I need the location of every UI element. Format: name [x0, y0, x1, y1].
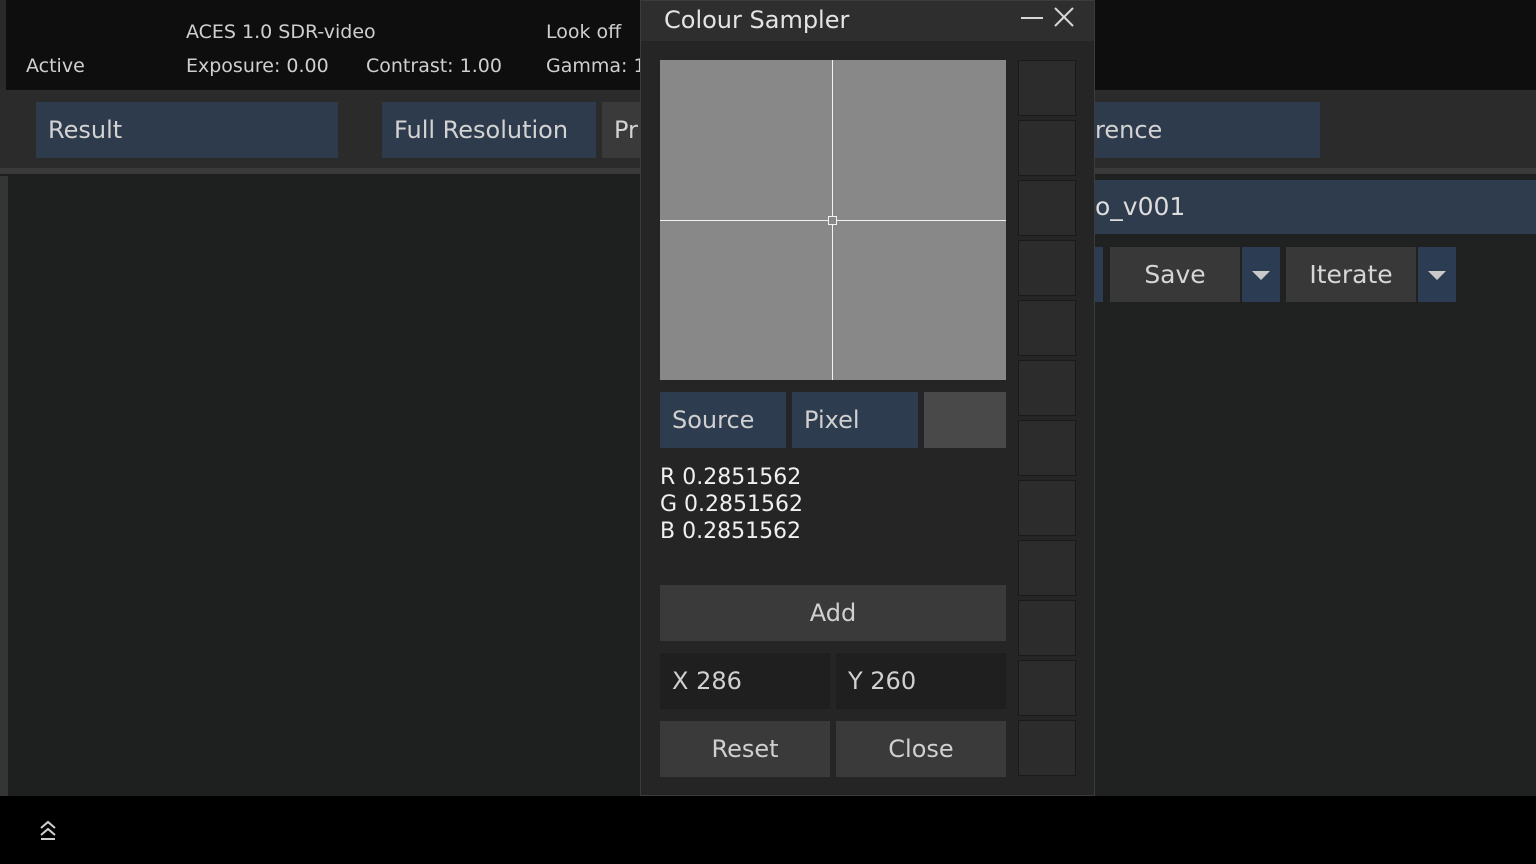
red-value: R 0.2851562: [660, 465, 802, 490]
dialog-titlebar[interactable]: Colour Sampler: [641, 1, 1094, 41]
blue-value: B 0.2851562: [660, 519, 802, 544]
sample-slot[interactable]: [1018, 540, 1076, 596]
crosshair-center-icon[interactable]: [828, 216, 837, 225]
colour-sampler-dialog: Colour Sampler Source Pixel R 0.2851562 …: [640, 0, 1095, 796]
x-coordinate-field[interactable]: X 286: [660, 653, 830, 709]
result-button[interactable]: Result: [36, 102, 338, 158]
pixel-button[interactable]: Pixel: [792, 392, 918, 448]
gamma-readout[interactable]: Gamma: 1: [546, 55, 646, 77]
sample-slot[interactable]: [1018, 360, 1076, 416]
save-button[interactable]: Save: [1110, 247, 1240, 302]
sample-slot[interactable]: [1018, 420, 1076, 476]
contrast-readout[interactable]: Contrast: 1.00: [366, 55, 502, 77]
save-dropdown-button[interactable]: [1242, 247, 1280, 302]
hidden-dropdown-button[interactable]: [1095, 247, 1103, 302]
sample-slot[interactable]: [1018, 660, 1076, 716]
iterate-button[interactable]: Iterate: [1286, 247, 1416, 302]
green-value: G 0.2851562: [660, 492, 804, 517]
active-status: Active: [26, 55, 85, 77]
sample-slot[interactable]: [1018, 600, 1076, 656]
sample-slot[interactable]: [1018, 180, 1076, 236]
look-status[interactable]: Look off: [546, 21, 621, 43]
output-filename[interactable]: o_v001: [1095, 180, 1536, 234]
reset-button[interactable]: Reset: [660, 721, 830, 777]
chevron-down-icon: [1428, 270, 1446, 280]
sample-slot[interactable]: [1018, 720, 1076, 776]
expand-up-icon[interactable]: [38, 818, 58, 842]
close-icon[interactable]: [1052, 5, 1076, 29]
sample-slot[interactable]: [1018, 60, 1076, 116]
dialog-title: Colour Sampler: [664, 6, 850, 34]
minimize-icon[interactable]: [1021, 17, 1043, 19]
colour-swatch: [924, 392, 1006, 448]
source-button[interactable]: Source: [660, 392, 786, 448]
sample-slot[interactable]: [1018, 240, 1076, 296]
partial-button[interactable]: Pr: [602, 102, 642, 158]
sample-preview[interactable]: [660, 60, 1006, 380]
add-button[interactable]: Add: [660, 585, 1006, 641]
close-button[interactable]: Close: [836, 721, 1006, 777]
display-transform[interactable]: ACES 1.0 SDR-video: [186, 21, 376, 43]
resolution-button[interactable]: Full Resolution: [382, 102, 596, 158]
chevron-down-icon: [1252, 270, 1270, 280]
viewer-panel[interactable]: [0, 176, 640, 796]
y-coordinate-field[interactable]: Y 260: [836, 653, 1006, 709]
sample-slot[interactable]: [1018, 120, 1076, 176]
exposure-readout[interactable]: Exposure: 0.00: [186, 55, 329, 77]
bottom-bar: [0, 796, 1536, 864]
sample-slot[interactable]: [1018, 300, 1076, 356]
status-bar-edge: [0, 0, 6, 90]
iterate-dropdown-button[interactable]: [1418, 247, 1456, 302]
reference-button[interactable]: rence: [1095, 102, 1320, 158]
panel-edge: [0, 176, 8, 796]
sample-slot[interactable]: [1018, 480, 1076, 536]
